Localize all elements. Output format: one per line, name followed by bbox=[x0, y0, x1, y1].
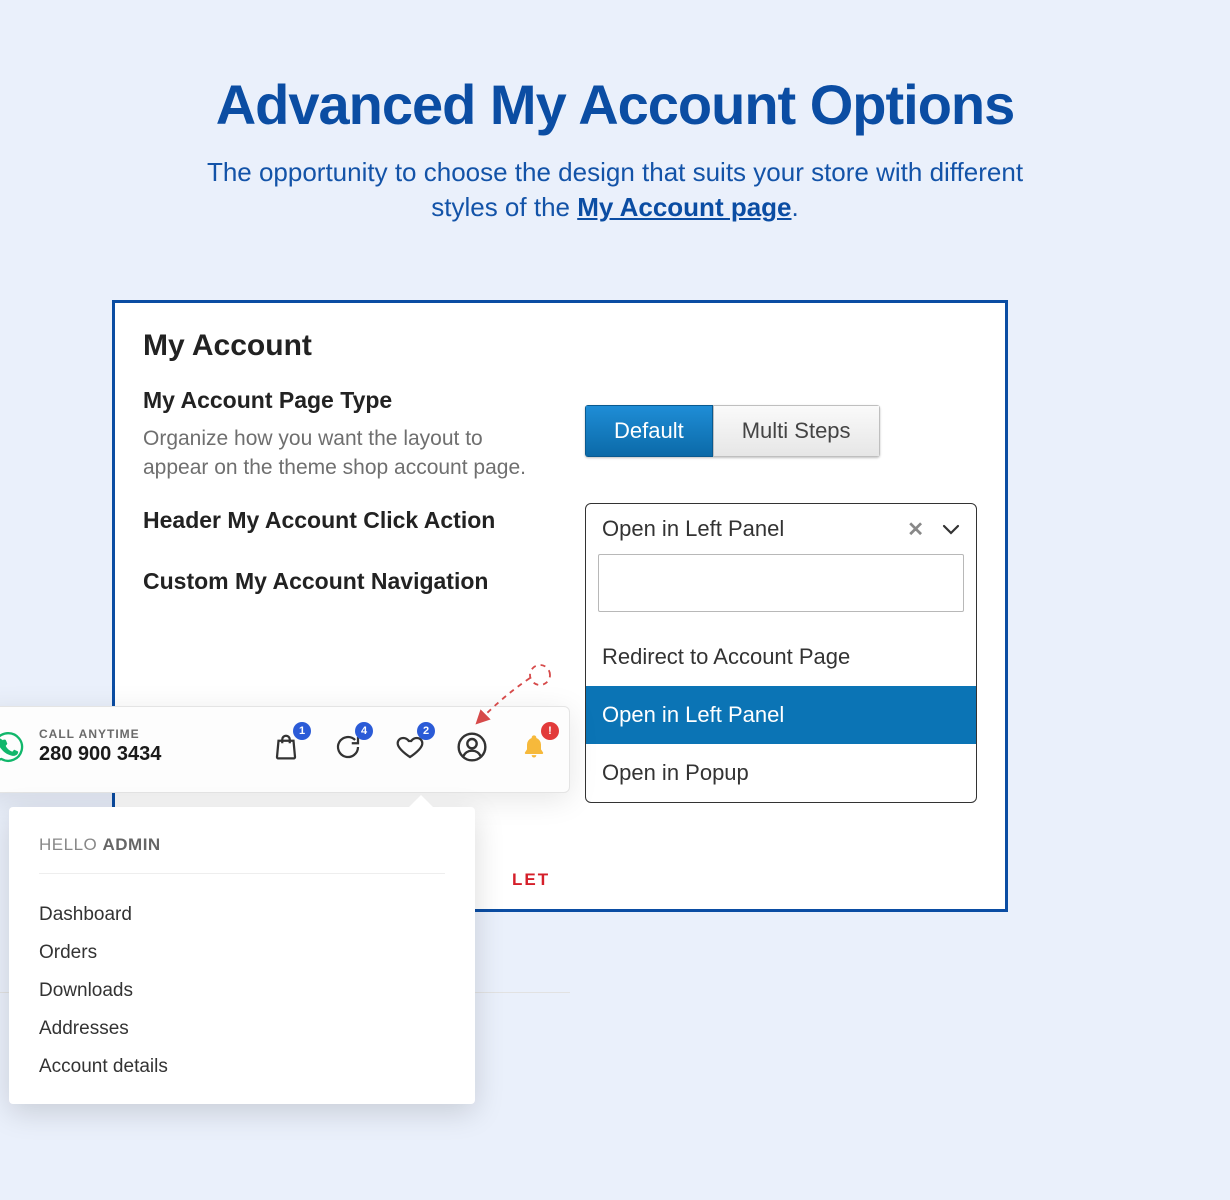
dropdown-search-input[interactable] bbox=[598, 554, 964, 612]
account-popup: HELLO ADMIN Dashboard Orders Downloads A… bbox=[9, 807, 475, 1104]
user-icon[interactable] bbox=[455, 730, 489, 764]
custom-nav-label: Custom My Account Navigation bbox=[143, 568, 545, 595]
bag-badge: 1 bbox=[293, 722, 311, 740]
subtitle-trailing: . bbox=[792, 192, 799, 222]
heart-icon[interactable]: 2 bbox=[393, 730, 427, 764]
dropdown-option-popup[interactable]: Open in Popup bbox=[586, 744, 976, 802]
page-type-toggle: Default Multi Steps bbox=[585, 405, 880, 457]
dropdown-clear-icon[interactable]: ✕ bbox=[889, 517, 942, 542]
compare-badge: 4 bbox=[355, 722, 373, 740]
page-subtitle: The opportunity to choose the design tha… bbox=[205, 155, 1025, 225]
page-title: Advanced My Account Options bbox=[0, 0, 1230, 137]
popup-item-downloads[interactable]: Downloads bbox=[39, 972, 445, 1010]
dropdown-selected-label: Open in Left Panel bbox=[602, 516, 889, 542]
whatsapp-icon[interactable] bbox=[0, 728, 27, 766]
shopping-bag-icon[interactable]: 1 bbox=[269, 730, 303, 764]
notification-badge: ! bbox=[541, 722, 559, 740]
toggle-multistep-button[interactable]: Multi Steps bbox=[713, 405, 880, 457]
truncated-label: LET bbox=[512, 870, 550, 890]
refresh-icon[interactable]: 4 bbox=[331, 730, 365, 764]
greeting-username: ADMIN bbox=[102, 835, 160, 854]
call-anytime-label: CALL ANYTIME bbox=[39, 727, 161, 741]
popup-item-account-details[interactable]: Account details bbox=[39, 1048, 445, 1086]
popup-item-addresses[interactable]: Addresses bbox=[39, 1010, 445, 1048]
phone-number[interactable]: 280 900 3434 bbox=[39, 743, 161, 766]
page-type-description: Organize how you want the layout to appe… bbox=[143, 424, 545, 483]
dropdown-option-leftpanel[interactable]: Open in Left Panel bbox=[586, 686, 976, 744]
header-action-dropdown: Open in Left Panel ✕ Redirect to Account… bbox=[585, 503, 977, 803]
toggle-default-button[interactable]: Default bbox=[585, 405, 713, 457]
popup-item-orders[interactable]: Orders bbox=[39, 934, 445, 972]
my-account-link[interactable]: My Account page bbox=[577, 192, 791, 222]
call-block: CALL ANYTIME 280 900 3434 bbox=[39, 727, 161, 766]
wishlist-badge: 2 bbox=[417, 722, 435, 740]
dropdown-option-redirect[interactable]: Redirect to Account Page bbox=[586, 628, 976, 686]
shop-header-preview: CALL ANYTIME 280 900 3434 1 4 2 ! bbox=[0, 706, 570, 793]
dropdown-head[interactable]: Open in Left Panel ✕ bbox=[586, 504, 976, 554]
chevron-down-icon[interactable] bbox=[942, 516, 960, 542]
page-type-label: My Account Page Type bbox=[143, 387, 545, 414]
settings-section-title: My Account bbox=[143, 329, 977, 363]
greeting-prefix: HELLO bbox=[39, 835, 102, 854]
popup-greeting: HELLO ADMIN bbox=[39, 835, 445, 874]
popup-item-dashboard[interactable]: Dashboard bbox=[39, 896, 445, 934]
header-action-label: Header My Account Click Action bbox=[143, 507, 545, 534]
bell-icon[interactable]: ! bbox=[517, 730, 551, 764]
